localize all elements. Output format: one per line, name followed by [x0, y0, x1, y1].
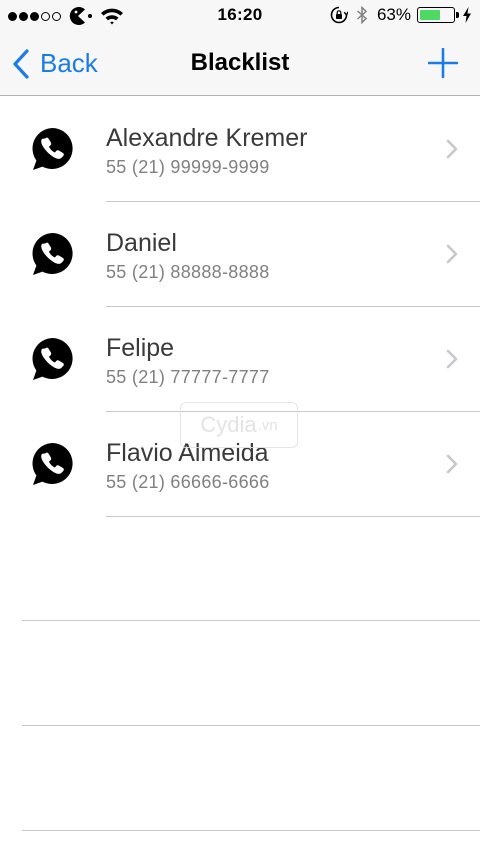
whatsapp-icon	[30, 336, 76, 382]
status-right: 63%	[330, 5, 472, 25]
whatsapp-icon	[30, 126, 76, 172]
row-separator	[106, 516, 480, 517]
contact-name: Felipe	[106, 334, 175, 362]
chevron-right-icon	[446, 244, 458, 264]
bluetooth-icon	[356, 6, 368, 24]
contact-phone: 55 (21) 66666-6666	[106, 472, 270, 492]
add-contact-button[interactable]	[428, 48, 458, 78]
contact-row[interactable]: Daniel 55 (21) 88888-8888	[0, 202, 480, 307]
empty-row-separator	[22, 830, 480, 831]
contact-phone: 55 (21) 77777-7777	[106, 367, 270, 387]
contact-name: Alexandre Kremer	[106, 124, 308, 152]
watermark-tld: .vn	[257, 416, 278, 434]
status-bar: 16:20 63%	[0, 0, 480, 32]
blacklist-contact-list: Alexandre Kremer 55 (21) 99999-9999 Daniel…	[0, 97, 480, 517]
battery-level-fill	[420, 10, 440, 20]
whatsapp-icon	[30, 231, 76, 277]
charging-bolt-icon	[463, 7, 471, 23]
battery-percent: 63%	[376, 5, 411, 24]
contact-name: Daniel	[106, 229, 177, 257]
whatsapp-icon	[30, 441, 76, 487]
contact-row[interactable]: Felipe 55 (21) 77777-7777	[0, 307, 480, 412]
battery-tip	[456, 12, 459, 18]
empty-row-separator	[22, 620, 480, 621]
chevron-right-icon	[446, 454, 458, 474]
battery-icon	[417, 7, 459, 23]
watermark-text: Cydia	[200, 412, 257, 437]
contact-phone: 55 (21) 99999-9999	[106, 157, 270, 177]
contact-row[interactable]: Alexandre Kremer 55 (21) 99999-9999	[0, 97, 480, 202]
empty-row-separator	[22, 725, 480, 726]
page-title: Blacklist	[190, 49, 290, 76]
chevron-right-icon	[446, 139, 458, 159]
contact-phone: 55 (21) 88888-8888	[106, 262, 270, 282]
chevron-right-icon	[446, 349, 458, 369]
rotation-lock-icon	[330, 6, 348, 24]
watermark-logo: Cydia .vn	[180, 402, 298, 448]
navigation-bar: Back Blacklist	[0, 32, 480, 96]
